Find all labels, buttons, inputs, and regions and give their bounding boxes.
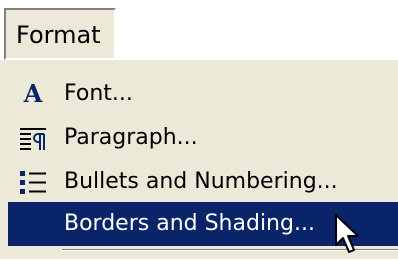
menu-item-bullets-numbering-label: Bullets and Numbering...: [64, 169, 338, 194]
format-menu-label: Format: [16, 21, 101, 49]
format-menu[interactable]: Format: [4, 8, 116, 60]
menu-item-font-label: Font...: [64, 81, 133, 106]
menu-item-paragraph[interactable]: Paragraph...: [8, 116, 398, 160]
mouse-pointer-icon: [334, 213, 364, 257]
font-icon: A: [23, 79, 43, 108]
menu-item-borders-shading-label: Borders and Shading...: [64, 211, 315, 236]
paragraph-icon: [18, 123, 48, 153]
menu-item-bullets-numbering[interactable]: Bullets and Numbering...: [8, 160, 398, 204]
bullets-icon: [18, 167, 48, 197]
menu-item-paragraph-label: Paragraph...: [64, 125, 198, 150]
menu-item-font[interactable]: A Font...: [8, 72, 398, 116]
